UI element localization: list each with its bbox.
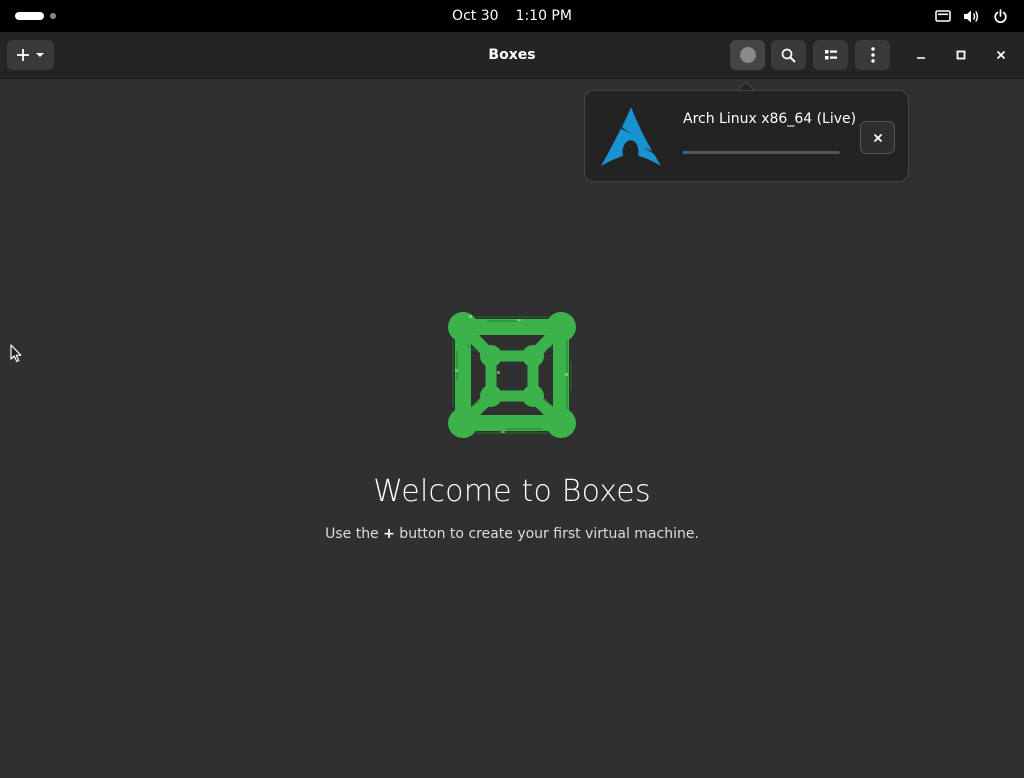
downloads-indicator-icon [739, 47, 756, 63]
new-machine-button[interactable] [7, 40, 54, 70]
download-progress-bar [683, 151, 840, 154]
maximize-icon [956, 50, 966, 60]
mouse-cursor-icon [10, 344, 22, 363]
clock-time[interactable]: 1:10 PM [516, 8, 572, 24]
welcome-subtitle-plus: + [383, 526, 395, 542]
maximize-button[interactable] [950, 44, 972, 66]
display-icon[interactable] [934, 8, 952, 24]
search-icon [781, 48, 796, 63]
boxes-logo [448, 312, 576, 438]
welcome-subtitle-before: Use the [325, 526, 384, 542]
close-icon [996, 50, 1006, 60]
clock: Oct 30 1:10 PM [0, 0, 1024, 32]
activities-indicator[interactable] [10, 6, 62, 26]
volume-icon[interactable] [962, 8, 980, 24]
active-workspace-pill [15, 12, 44, 20]
minimize-icon [917, 57, 925, 59]
close-icon [873, 133, 882, 142]
close-window-button[interactable] [990, 44, 1012, 66]
more-menu-icon [870, 47, 875, 63]
welcome-subtitle-after: button to create your first virtual mach… [394, 526, 699, 542]
minimize-button[interactable] [910, 44, 932, 66]
arch-linux-logo [601, 107, 661, 166]
welcome-subtitle: Use the + button to create your first vi… [0, 526, 1024, 542]
power-icon[interactable] [991, 8, 1009, 24]
clock-date[interactable]: Oct 30 [452, 8, 498, 24]
downloads-button[interactable] [730, 40, 765, 70]
view-list-icon [824, 50, 837, 60]
header-bar: Boxes [0, 32, 1024, 79]
plus-icon [16, 49, 44, 61]
view-list-button[interactable] [813, 40, 848, 70]
download-progress-fill [683, 151, 687, 154]
cancel-download-button[interactable] [860, 121, 895, 154]
downloads-popover: Arch Linux x86_64 (Live) [584, 90, 909, 182]
top-bar: Oct 30 1:10 PM [0, 0, 1024, 32]
welcome-title: Welcome to Boxes [373, 474, 651, 509]
search-button[interactable] [771, 40, 806, 70]
vm-download-name: Arch Linux x86_64 (Live) [683, 111, 857, 127]
inactive-workspace-dot [50, 13, 56, 19]
main-menu-button[interactable] [855, 40, 890, 70]
